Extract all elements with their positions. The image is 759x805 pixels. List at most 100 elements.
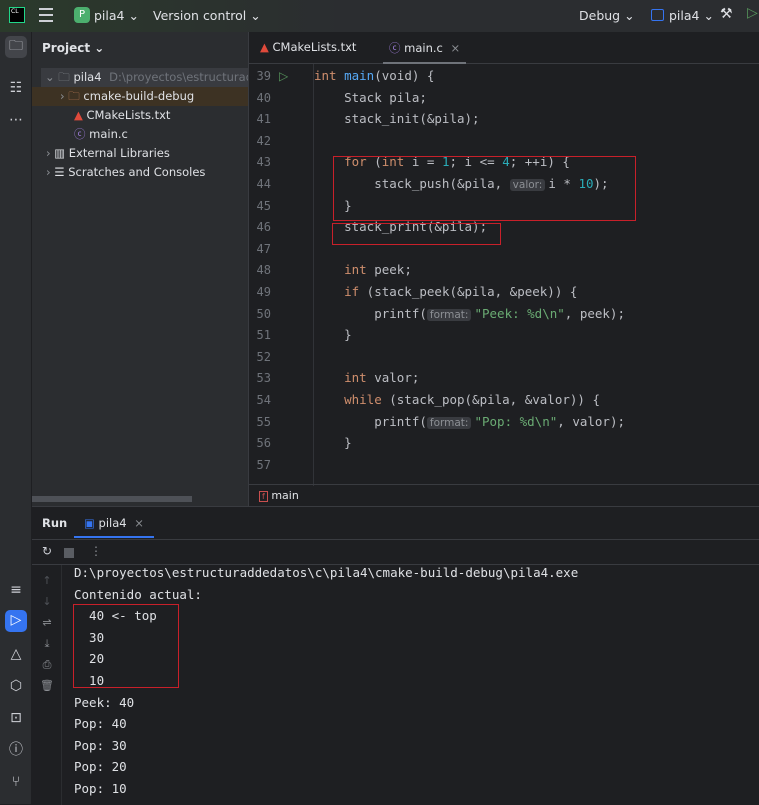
rerun-icon[interactable]: ↻	[42, 544, 52, 558]
item-label: External Libraries	[68, 146, 170, 160]
version-control-menu[interactable]: Version control ⌄	[153, 8, 261, 23]
code-token: (void) {	[374, 68, 435, 83]
console-line: Pop: 20	[74, 759, 127, 775]
item-label: CMakeLists.txt	[86, 108, 171, 122]
messages-icon[interactable]: ≡	[6, 580, 26, 600]
root-name: pila4	[73, 70, 102, 84]
tab-main-c[interactable]: ⓒ main.c ×	[383, 40, 467, 64]
tab-cmakelists[interactable]: ▲ CMakeLists.txt	[260, 40, 356, 54]
run-icon[interactable]: ▷	[747, 5, 758, 21]
structure-icon[interactable]: ☷	[6, 78, 26, 98]
tree-item-scratches[interactable]: › ☰ Scratches and Consoles	[32, 163, 248, 182]
function-icon: f	[259, 491, 268, 502]
code-token: "Peek: %d\n"	[474, 305, 565, 321]
line-number: 57	[256, 457, 271, 472]
scratches-icon: ☰	[54, 165, 65, 179]
console-line: Pop: 10	[74, 781, 127, 796]
tree-item-external-libraries[interactable]: › ▥ External Libraries	[32, 144, 248, 163]
line-number: 56	[256, 436, 271, 451]
build-hammer-icon[interactable]: ⚒	[720, 6, 733, 22]
scroll-to-end-icon[interactable]: ⤓	[40, 637, 54, 651]
cmake-icon: ▲	[74, 108, 83, 122]
project-badge[interactable]: P	[74, 7, 90, 23]
code-token: Stack pila;	[314, 89, 427, 105]
more-options-icon[interactable]: ⋮	[90, 544, 102, 558]
editor-tabs: ▲ CMakeLists.txt ⓒ main.c ×	[249, 32, 759, 64]
run-tab-pila4[interactable]: ▣ pila4 ×	[74, 507, 154, 538]
git-icon[interactable]: ⑂	[6, 772, 26, 792]
c-file-icon: ⓒ	[74, 127, 86, 141]
close-icon[interactable]: ×	[134, 516, 144, 530]
scroll-down-icon[interactable]: ↓	[40, 595, 54, 608]
services-icon[interactable]: ⬡	[6, 676, 26, 696]
line-number: 54	[256, 393, 271, 407]
item-label: Scratches and Consoles	[68, 165, 206, 179]
soft-wrap-icon[interactable]: ⇌	[40, 616, 54, 629]
item-label: main.c	[89, 127, 128, 141]
line-number: 47	[256, 241, 271, 256]
tree-item-cmakelists[interactable]: ▲ CMakeLists.txt	[32, 106, 248, 125]
project-folder-icon[interactable]: 🗀	[5, 36, 27, 58]
code-token: int	[314, 370, 367, 386]
cmake-tool-icon[interactable]: △	[6, 644, 26, 664]
code-token: valor;	[366, 370, 420, 386]
cmake-icon: ▲	[260, 40, 269, 54]
line-number: 49	[256, 285, 271, 299]
horizontal-scrollbar[interactable]	[32, 496, 192, 502]
build-config-selector[interactable]: Debug ⌄	[579, 8, 635, 23]
code-line: int main(void) {	[314, 68, 434, 83]
line-number: 44	[256, 177, 271, 191]
line-number: 46	[256, 220, 271, 235]
line-number: 55	[256, 414, 271, 429]
parameter-hint: format:	[426, 416, 472, 429]
problems-icon[interactable]: ⓘ	[6, 740, 26, 760]
tree-item-cmake-build-debug[interactable]: › 🗀 cmake-build-debug	[32, 87, 248, 106]
code-token: , valor);	[557, 413, 625, 429]
tree-root[interactable]: ⌄ 🗀 pila4 D:\proyectos\estructuraddedato…	[41, 68, 248, 87]
line-number: 42	[256, 133, 271, 148]
code-token: while	[314, 392, 382, 407]
project-selector[interactable]: pila4 ⌄	[94, 8, 139, 23]
scroll-up-icon[interactable]: ↑	[40, 574, 54, 587]
highlight-box-loop	[333, 156, 636, 221]
more-icon[interactable]: ⋯	[6, 110, 26, 130]
parameter-hint: format:	[426, 308, 472, 321]
console-line: D:\proyectos\estructuraddedatos\c\pila4\…	[74, 565, 579, 580]
code-token: main	[344, 68, 375, 83]
run-tool-icon[interactable]: ▷	[5, 610, 27, 632]
code-line: if (stack_peek(&pila, &peek)) {	[314, 284, 577, 299]
stop-icon[interactable]	[64, 548, 74, 558]
console-line: Peek: 40	[74, 694, 135, 710]
tool-window-strip: 🗀 ☷ ⋯ ≡ ▷ △ ⬡ ⊡ ⓘ ⑂	[0, 32, 32, 804]
run-panel: Run ▣ pila4 × ↻ ⋮ ↑ ↓ ⇌ ⤓ ⎙ 🗑 D:\proyect…	[32, 506, 759, 805]
editor-breadcrumb[interactable]: f main	[249, 484, 759, 506]
line-number: 53	[256, 371, 271, 386]
code-line: printf(format: "Pop: %d\n", valor);	[314, 414, 625, 429]
item-label: cmake-build-debug	[83, 89, 195, 103]
title-bar: CL P pila4 ⌄ Version control ⌄ Debug ⌄ p…	[0, 0, 759, 32]
run-config-selector[interactable]: pila4 ⌄	[669, 8, 714, 23]
code-token: , peek);	[564, 305, 625, 321]
root-path: D:\proyectos\estructuraddedatos\c\pila4	[109, 70, 248, 84]
terminal-icon[interactable]: ⊡	[6, 708, 26, 728]
run-gutter-icon[interactable]: ▷	[279, 69, 288, 83]
console-line: Contenido actual:	[74, 586, 202, 602]
project-title-text: Project	[42, 41, 91, 55]
run-config-icon	[651, 9, 664, 21]
hamburger-icon[interactable]	[39, 8, 53, 22]
trash-icon[interactable]: 🗑	[40, 679, 54, 692]
print-icon[interactable]: ⎙	[40, 658, 54, 672]
code-line: }	[314, 435, 352, 450]
tree-item-main-c[interactable]: ⓒ main.c	[32, 125, 248, 144]
code-token: printf(	[314, 413, 427, 429]
tab-label: main.c	[404, 41, 443, 55]
project-panel-title[interactable]: Project ⌄	[42, 41, 104, 55]
line-number: 45	[256, 198, 271, 213]
console-icon: ▣	[84, 516, 95, 530]
code-token: int	[314, 68, 345, 83]
code-token: stack_init(&pila);	[314, 111, 480, 127]
line-number: 52	[256, 349, 271, 364]
config-label: Debug	[579, 8, 621, 23]
close-icon[interactable]: ×	[451, 41, 461, 55]
line-number: 40	[256, 90, 271, 105]
